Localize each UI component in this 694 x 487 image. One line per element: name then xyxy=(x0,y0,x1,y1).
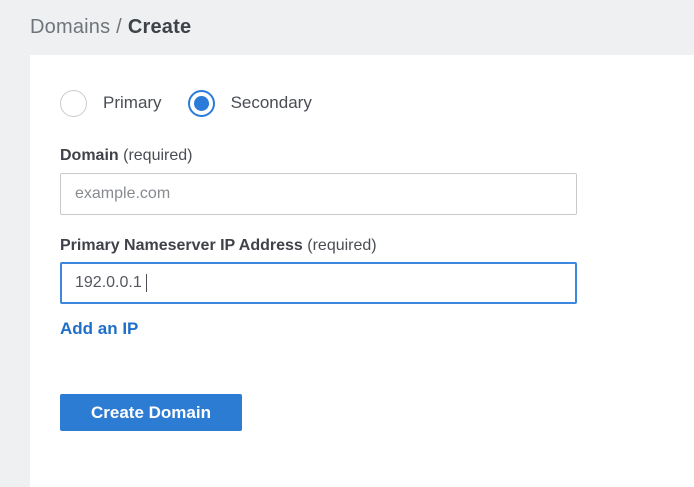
breadcrumb-current-create: Create xyxy=(128,16,191,39)
text-cursor xyxy=(146,274,147,292)
primary-radio-label[interactable]: Primary xyxy=(103,93,162,113)
secondary-radio[interactable] xyxy=(188,90,215,117)
ip-input-wrap xyxy=(60,262,577,304)
create-domain-button[interactable]: Create Domain xyxy=(60,394,242,431)
breadcrumb: Domains / Create xyxy=(30,0,694,55)
radio-selected-dot xyxy=(194,96,209,111)
create-domain-form-panel: Primary Secondary Domain (required) Prim… xyxy=(30,55,694,487)
domain-required-note: (required) xyxy=(123,147,192,164)
domain-type-radio-group: Primary Secondary xyxy=(60,89,694,117)
breadcrumb-domains-link[interactable]: Domains / xyxy=(30,16,122,39)
secondary-radio-label[interactable]: Secondary xyxy=(231,93,312,113)
ip-field-label: Primary Nameserver IP Address (required) xyxy=(60,238,694,254)
domain-input[interactable] xyxy=(60,173,577,215)
domains-create-page: Domains / Create Primary Secondary Domai… xyxy=(0,0,694,487)
domain-field-label: Domain (required) xyxy=(60,148,694,164)
domain-label-text: Domain xyxy=(60,147,119,164)
ip-label-text: Primary Nameserver IP Address xyxy=(60,237,303,254)
ip-required-note: (required) xyxy=(307,237,376,254)
primary-radio[interactable] xyxy=(60,90,87,117)
add-an-ip-link[interactable]: Add an IP xyxy=(60,319,138,339)
primary-nameserver-ip-input[interactable] xyxy=(60,262,577,304)
